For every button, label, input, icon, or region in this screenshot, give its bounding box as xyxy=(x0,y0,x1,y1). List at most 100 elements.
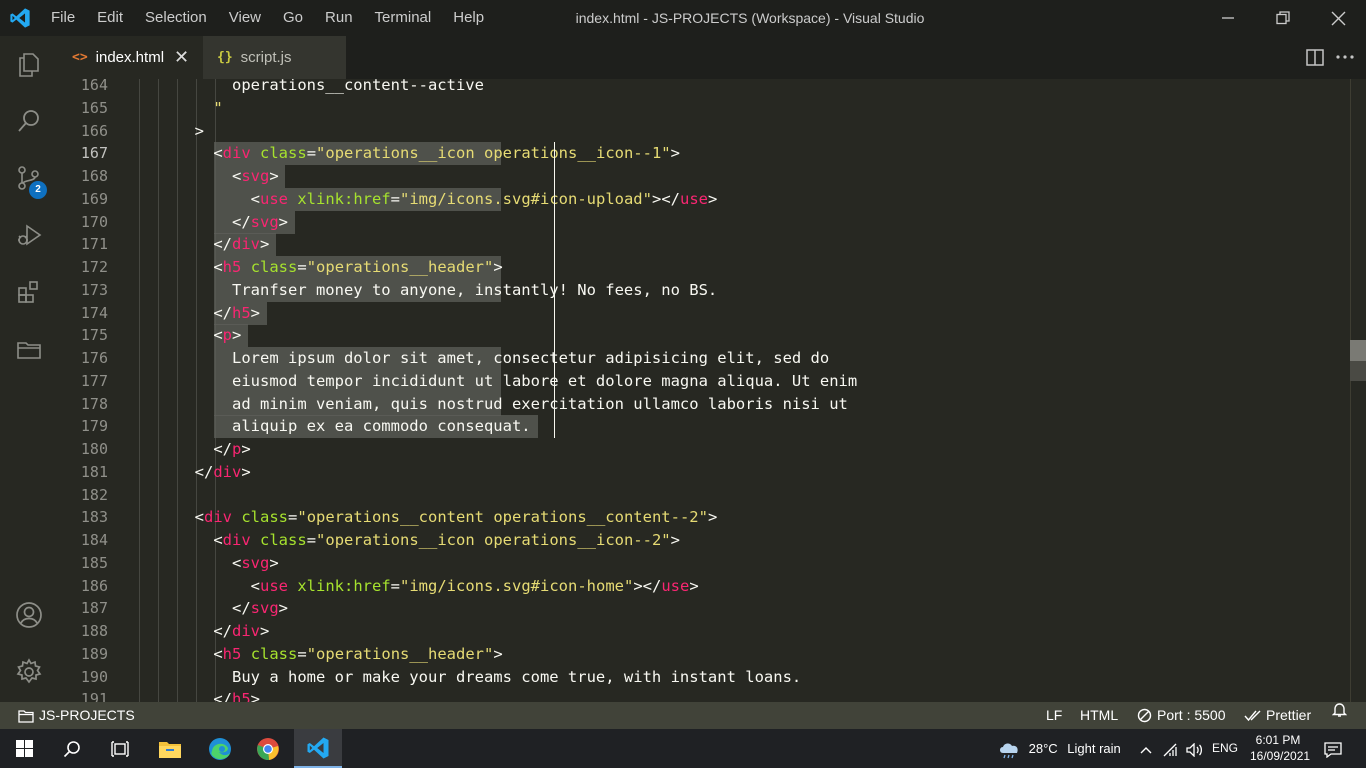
code-line[interactable]: " xyxy=(176,97,222,120)
activity-run-debug[interactable] xyxy=(0,207,58,263)
code-line[interactable]: Buy a home or make your dreams come true… xyxy=(176,666,801,689)
code-token: svg xyxy=(241,167,270,185)
activity-remote-explorer[interactable] xyxy=(0,321,58,377)
code-line[interactable]: aliquip ex ea commodo consequat. xyxy=(176,415,531,438)
code-line[interactable]: </svg> xyxy=(176,597,288,620)
code-area[interactable]: operations__content--active " > <div cla… xyxy=(122,79,1342,702)
close-tab-icon[interactable]: ✕ xyxy=(174,47,189,68)
network-status[interactable] xyxy=(1162,729,1178,768)
line-number: 166 xyxy=(80,121,108,140)
code-line[interactable]: </h5> xyxy=(176,688,260,702)
code-line[interactable]: <p> xyxy=(176,324,241,347)
chrome-button[interactable] xyxy=(244,729,292,768)
scrollbar-overview-mark xyxy=(1350,361,1366,381)
speaker-icon xyxy=(1186,741,1203,758)
line-number: 173 xyxy=(80,280,108,299)
code-token: > xyxy=(670,531,680,549)
code-token: "img/icons.svg#icon-upload" xyxy=(400,189,652,208)
code-line[interactable]: Lorem ipsum dolor sit amet, consectetur … xyxy=(176,347,829,370)
tab-script-js[interactable]: {} script.js xyxy=(203,36,346,79)
code-line[interactable]: <div class="operations__icon operations_… xyxy=(176,529,680,552)
taskbar-search[interactable] xyxy=(48,729,96,768)
restore-button[interactable] xyxy=(1260,0,1306,36)
vscode-logo-icon[interactable] xyxy=(9,7,31,29)
status-prettier[interactable]: Prettier xyxy=(1244,702,1311,729)
task-view-icon xyxy=(111,740,129,757)
code-line[interactable]: </div> xyxy=(176,461,251,484)
code-line[interactable]: </div> xyxy=(176,620,269,643)
clock[interactable]: 6:01 PM 16/09/2021 xyxy=(1250,729,1310,768)
split-editor-icon[interactable] xyxy=(1306,49,1324,66)
code-token: Buy a home or make your dreams come true… xyxy=(176,667,802,686)
minimize-button[interactable] xyxy=(1205,0,1251,36)
status-workspace[interactable]: JS-PROJECTS xyxy=(18,702,135,729)
code-line[interactable]: <svg> xyxy=(176,552,279,575)
show-hidden-icons[interactable] xyxy=(1140,729,1152,768)
activity-search[interactable] xyxy=(0,93,58,149)
activity-settings[interactable] xyxy=(0,644,58,700)
code-token: > xyxy=(707,508,718,527)
edge-button[interactable] xyxy=(196,729,244,768)
vertical-scrollbar[interactable] xyxy=(1350,79,1366,702)
more-actions-icon[interactable] xyxy=(1336,55,1354,59)
volume-control[interactable] xyxy=(1186,729,1204,768)
code-token: </ xyxy=(176,599,251,618)
code-line[interactable]: > xyxy=(176,120,204,143)
close-icon xyxy=(1331,11,1345,25)
activity-accounts[interactable] xyxy=(0,587,58,643)
code-line[interactable]: </p> xyxy=(176,438,250,461)
code-line[interactable]: <div class="operations__icon operations_… xyxy=(176,142,680,165)
tab-index-html[interactable]: <> index.html ✕ xyxy=(58,36,203,79)
code-line[interactable]: ad minim veniam, quis nostrud exercitati… xyxy=(176,393,848,416)
action-center[interactable] xyxy=(1324,729,1342,768)
code-line[interactable]: <use xlink:href="img/icons.svg#icon-uplo… xyxy=(176,188,718,211)
scrollbar-thumb[interactable] xyxy=(1350,340,1366,361)
status-bar: JS-PROJECTS LF HTML Port : 5500 Prettier xyxy=(0,702,1366,729)
line-number: 172 xyxy=(80,258,108,276)
menu-terminal[interactable]: Terminal xyxy=(364,0,443,36)
line-number: 167 xyxy=(80,144,108,163)
code-token: > xyxy=(250,303,261,322)
menu-view[interactable]: View xyxy=(218,0,272,36)
weather-widget[interactable]: 28°C Light rain xyxy=(998,729,1121,768)
menu-help[interactable]: Help xyxy=(442,0,495,36)
code-line[interactable]: operations__content--active xyxy=(176,79,484,97)
vscode-button[interactable] xyxy=(294,729,342,768)
code-line[interactable]: <div class="operations__content operatio… xyxy=(176,506,718,529)
activity-explorer[interactable] xyxy=(0,36,58,92)
start-button[interactable] xyxy=(0,729,48,768)
menu-run[interactable]: Run xyxy=(314,0,364,36)
code-line[interactable]: <h5 class="operations__header"> xyxy=(176,256,502,279)
code-line[interactable]: eiusmod tempor incididunt ut labore et d… xyxy=(176,370,857,393)
code-line[interactable]: <svg> xyxy=(176,165,279,188)
code-line[interactable]: </div> xyxy=(176,233,269,256)
line-number: 170 xyxy=(80,212,108,231)
file-explorer-button[interactable] xyxy=(146,729,194,768)
no-entry-icon xyxy=(1137,708,1152,723)
multi-cursor xyxy=(554,142,555,438)
code-line[interactable]: </h5> xyxy=(176,302,260,325)
close-window-button[interactable] xyxy=(1315,0,1361,36)
activity-extensions[interactable] xyxy=(0,264,58,320)
code-line[interactable]: <use xlink:href="img/icons.svg#icon-home… xyxy=(176,575,699,598)
code-line[interactable]: Tranfser money to anyone, instantly! No … xyxy=(176,279,717,302)
input-language[interactable]: ENG xyxy=(1212,729,1238,768)
code-line[interactable]: </svg> xyxy=(176,211,288,234)
code-token: "operations__icon operations__icon--1" xyxy=(316,144,671,163)
code-token: < xyxy=(176,553,242,572)
menu-edit[interactable]: Edit xyxy=(86,0,134,36)
menu-selection[interactable]: Selection xyxy=(134,0,218,36)
status-eol[interactable]: LF xyxy=(1046,702,1062,729)
status-language[interactable]: HTML xyxy=(1080,702,1118,729)
code-token: svg xyxy=(250,599,279,618)
task-view-button[interactable] xyxy=(96,729,144,768)
menu-go[interactable]: Go xyxy=(272,0,314,36)
activity-source-control[interactable] xyxy=(0,150,58,206)
code-line[interactable]: <h5 class="operations__header"> xyxy=(176,643,502,666)
code-editor[interactable]: 164 165 166 167 168 169 170 171 172 173 174 175 176 1… xyxy=(58,79,1366,702)
status-live-server-port[interactable]: Port : 5500 xyxy=(1137,702,1226,729)
code-token: > xyxy=(269,553,279,572)
status-notifications[interactable] xyxy=(1332,702,1347,718)
menu-file[interactable]: File xyxy=(40,0,86,36)
